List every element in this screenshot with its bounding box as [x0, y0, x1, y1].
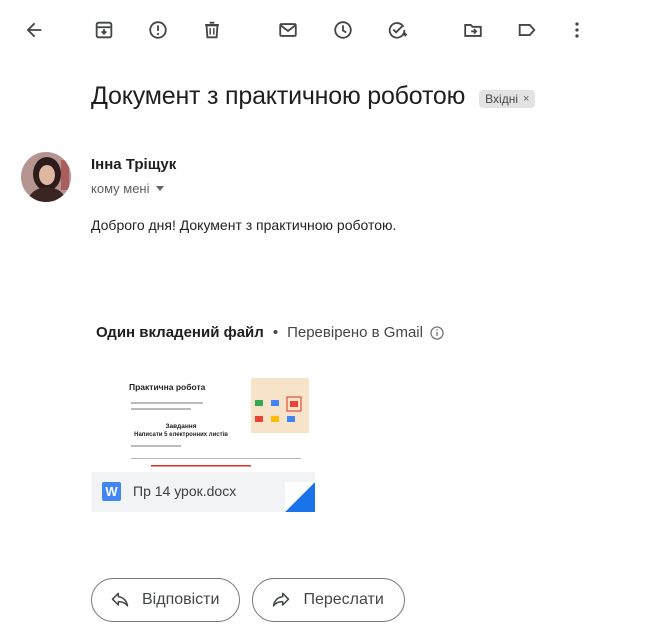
- recipient-details-toggle[interactable]: кому мені: [91, 181, 164, 196]
- page-fold-icon: [285, 482, 315, 512]
- email-view: Документ з практичною роботою Вхідні × І…: [0, 0, 671, 628]
- label-icon: [518, 24, 536, 36]
- attachment-card[interactable]: Практична робота Завдання Написати 5 еле…: [91, 372, 315, 512]
- word-file-icon: W: [102, 482, 121, 501]
- forward-icon: [273, 592, 290, 607]
- sender-name: Інна Тріщук: [91, 156, 177, 173]
- more-options-button[interactable]: [559, 12, 595, 48]
- separator-dot: •: [272, 324, 279, 341]
- move-to-icon: [464, 24, 482, 37]
- add-task-button[interactable]: [379, 12, 415, 48]
- toolbar: [0, 12, 671, 48]
- reply-icon: [111, 592, 129, 607]
- attachment-count: Один вкладений файл: [96, 324, 264, 341]
- mark-unread-button[interactable]: [270, 12, 306, 48]
- recipient-text: кому мені: [91, 181, 150, 196]
- back-arrow-icon: [26, 22, 42, 38]
- info-icon[interactable]: [429, 325, 445, 341]
- remove-label-button[interactable]: ×: [523, 93, 529, 105]
- more-options-icon: [575, 22, 579, 38]
- sender-avatar[interactable]: [21, 152, 71, 202]
- attachment-name-bar: W Пр 14 урок.docx: [91, 472, 315, 512]
- reply-label: Відповісти: [142, 591, 220, 608]
- email-subject: Документ з практичною роботою: [91, 82, 466, 110]
- preview-heading1: Завдання: [165, 423, 196, 430]
- forward-button[interactable]: Переслати: [252, 578, 405, 622]
- subject-row: Документ з практичною роботою Вхідні ×: [91, 82, 536, 111]
- verified-text: Перевірено в Gmail: [287, 324, 423, 341]
- chevron-down-icon: [155, 186, 164, 191]
- preview-heading2: Написати 5 електронних листів: [134, 432, 228, 438]
- forward-label: Переслати: [303, 591, 384, 608]
- attachments-header: Один вкладений файл • Перевірено в Gmail: [96, 324, 445, 341]
- attachment-filename: Пр 14 урок.docx: [133, 483, 237, 499]
- add-task-icon: [388, 22, 408, 39]
- reply-actions: Відповісти Переслати: [91, 578, 417, 622]
- label-button[interactable]: [509, 12, 545, 48]
- avatar-photo-icon: [21, 152, 71, 202]
- snooze-button[interactable]: [325, 12, 361, 48]
- preview-title: Практична робота: [129, 382, 206, 392]
- delete-icon: [205, 21, 219, 39]
- move-to-button[interactable]: [455, 12, 491, 48]
- mark-unread-icon: [279, 23, 297, 37]
- report-spam-icon: [149, 21, 167, 39]
- archive-button[interactable]: [86, 12, 122, 48]
- report-spam-button[interactable]: [140, 12, 176, 48]
- back-button[interactable]: [16, 12, 52, 48]
- email-body: Доброго дня! Документ з практичною робот…: [91, 217, 397, 233]
- reply-button[interactable]: Відповісти: [91, 578, 241, 622]
- delete-button[interactable]: [194, 12, 230, 48]
- label-chip-text: Вхідні: [485, 91, 519, 106]
- archive-icon: [95, 21, 113, 39]
- snooze-icon: [334, 21, 352, 39]
- inbox-label-chip[interactable]: Вхідні ×: [479, 89, 536, 108]
